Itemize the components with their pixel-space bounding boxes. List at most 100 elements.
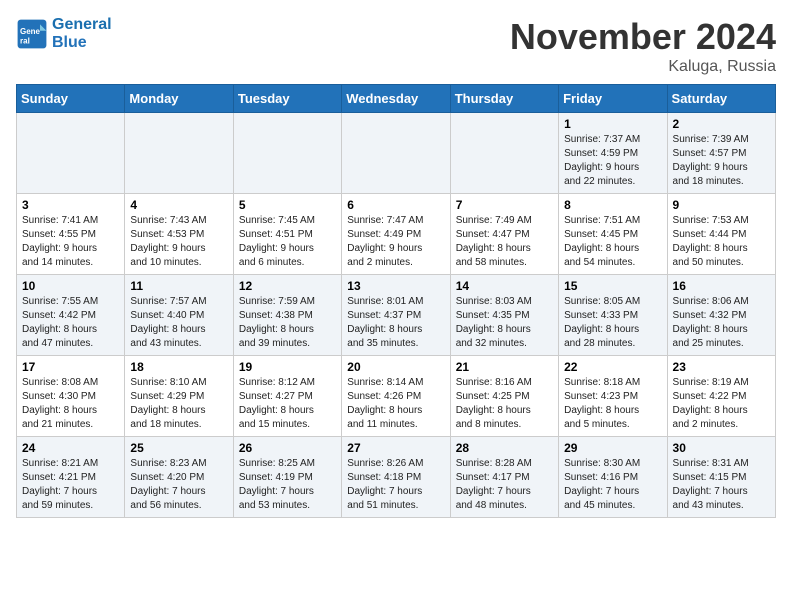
day-info: Sunrise: 8:26 AMSunset: 4:18 PMDaylight:… — [347, 457, 444, 513]
calendar-cell: 18Sunrise: 8:10 AMSunset: 4:29 PMDayligh… — [125, 356, 233, 437]
calendar-cell: 30 Sunrise: 8:31 AMSunset: 4:15 PMDayligh… — [667, 437, 775, 518]
calendar-cell: 12 Sunrise: 7:59 AMSunset: 4:38 PMDayligh… — [233, 275, 341, 356]
calendar-week-row: 10 Sunrise: 7:55 AMSunset: 4:42 PMDayligh… — [17, 275, 776, 356]
day-number: 15 — [564, 279, 661, 293]
calendar-cell: 13Sunrise: 8:01 AMSunset: 4:37 PMDayligh… — [342, 275, 450, 356]
calendar-subtitle: Kaluga, Russia — [510, 58, 776, 76]
day-number: 17 — [22, 360, 119, 374]
day-info: Sunrise: 8:18 AMSunset: 4:23 PMDaylight:… — [564, 376, 661, 432]
day-info: Sunrise: 7:39 AMSunset: 4:57 PMDaylight:… — [673, 133, 770, 189]
logo-icon: Gene ral — [16, 18, 48, 50]
calendar-cell: 24Sunrise: 8:21 AMSunset: 4:21 PMDayligh… — [17, 437, 125, 518]
day-number: 24 — [22, 441, 119, 455]
calendar-week-row: 17 Sunrise: 8:08 AMSunset: 4:30 PMDayligh… — [17, 356, 776, 437]
day-number: 14 — [456, 279, 553, 293]
calendar-cell: 17 Sunrise: 8:08 AMSunset: 4:30 PMDayligh… — [17, 356, 125, 437]
day-info: Sunrise: 8:31 AMSunset: 4:15 PMDaylight:… — [673, 457, 770, 513]
calendar-title: November 2024 — [510, 16, 776, 58]
day-info: Sunrise: 8:06 AMSunset: 4:32 PMDaylight:… — [673, 295, 770, 351]
day-info: Sunrise: 8:01 AMSunset: 4:37 PMDaylight:… — [347, 295, 444, 351]
calendar-cell: 9Sunrise: 7:53 AMSunset: 4:44 PMDaylight… — [667, 194, 775, 275]
svg-text:Gene: Gene — [20, 27, 41, 36]
day-info: Sunrise: 7:49 AMSunset: 4:47 PMDaylight:… — [456, 214, 553, 270]
day-info: Sunrise: 8:28 AMSunset: 4:17 PMDaylight:… — [456, 457, 553, 513]
day-info: Sunrise: 8:30 AMSunset: 4:16 PMDaylight:… — [564, 457, 661, 513]
day-number: 9 — [673, 198, 770, 212]
calendar-cell — [17, 113, 125, 194]
calendar-cell: 6 Sunrise: 7:47 AMSunset: 4:49 PMDaylight… — [342, 194, 450, 275]
calendar-cell: 23Sunrise: 8:19 AMSunset: 4:22 PMDayligh… — [667, 356, 775, 437]
calendar-cell: 1Sunrise: 7:37 AMSunset: 4:59 PMDaylight… — [559, 113, 667, 194]
weekday-header: Saturday — [667, 85, 775, 113]
logo: Gene ral General Blue — [16, 16, 112, 51]
calendar-week-row: 3 Sunrise: 7:41 AMSunset: 4:55 PMDaylight… — [17, 194, 776, 275]
calendar-cell: 3 Sunrise: 7:41 AMSunset: 4:55 PMDaylight… — [17, 194, 125, 275]
weekday-header: Sunday — [17, 85, 125, 113]
day-number: 16 — [673, 279, 770, 293]
calendar-cell: 7 Sunrise: 7:49 AMSunset: 4:47 PMDaylight… — [450, 194, 558, 275]
day-info: Sunrise: 8:12 AMSunset: 4:27 PMDaylight:… — [239, 376, 336, 432]
weekday-header: Wednesday — [342, 85, 450, 113]
day-number: 5 — [239, 198, 336, 212]
calendar-cell: 5 Sunrise: 7:45 AMSunset: 4:51 PMDaylight… — [233, 194, 341, 275]
day-number: 6 — [347, 198, 444, 212]
calendar-table: SundayMondayTuesdayWednesdayThursdayFrid… — [16, 84, 776, 518]
calendar-header: SundayMondayTuesdayWednesdayThursdayFrid… — [17, 85, 776, 113]
logo-line2: Blue — [52, 34, 112, 52]
day-number: 3 — [22, 198, 119, 212]
day-number: 30 — [673, 441, 770, 455]
day-info: Sunrise: 7:37 AMSunset: 4:59 PMDaylight:… — [564, 133, 661, 189]
day-info: Sunrise: 8:08 AMSunset: 4:30 PMDaylight:… — [22, 376, 119, 432]
day-number: 10 — [22, 279, 119, 293]
day-number: 27 — [347, 441, 444, 455]
calendar-cell: 21Sunrise: 8:16 AMSunset: 4:25 PMDayligh… — [450, 356, 558, 437]
calendar-cell: 2Sunrise: 7:39 AMSunset: 4:57 PMDaylight… — [667, 113, 775, 194]
calendar-body: 1Sunrise: 7:37 AMSunset: 4:59 PMDaylight… — [17, 113, 776, 518]
day-info: Sunrise: 7:41 AMSunset: 4:55 PMDaylight:… — [22, 214, 119, 270]
day-info: Sunrise: 7:47 AMSunset: 4:49 PMDaylight:… — [347, 214, 444, 270]
day-info: Sunrise: 7:51 AMSunset: 4:45 PMDaylight:… — [564, 214, 661, 270]
weekday-header: Thursday — [450, 85, 558, 113]
calendar-cell: 20Sunrise: 8:14 AMSunset: 4:26 PMDayligh… — [342, 356, 450, 437]
day-number: 22 — [564, 360, 661, 374]
weekday-header: Tuesday — [233, 85, 341, 113]
day-number: 25 — [130, 441, 227, 455]
day-info: Sunrise: 7:45 AMSunset: 4:51 PMDaylight:… — [239, 214, 336, 270]
calendar-cell: 26Sunrise: 8:25 AMSunset: 4:19 PMDayligh… — [233, 437, 341, 518]
calendar-cell — [233, 113, 341, 194]
calendar-cell: 10 Sunrise: 7:55 AMSunset: 4:42 PMDayligh… — [17, 275, 125, 356]
logo-line1: General — [52, 16, 112, 34]
calendar-cell: 19 Sunrise: 8:12 AMSunset: 4:27 PMDayligh… — [233, 356, 341, 437]
calendar-cell: 28 Sunrise: 8:28 AMSunset: 4:17 PMDayligh… — [450, 437, 558, 518]
day-info: Sunrise: 8:19 AMSunset: 4:22 PMDaylight:… — [673, 376, 770, 432]
header-row: SundayMondayTuesdayWednesdayThursdayFrid… — [17, 85, 776, 113]
calendar-cell: 29 Sunrise: 8:30 AMSunset: 4:16 PMDayligh… — [559, 437, 667, 518]
day-number: 28 — [456, 441, 553, 455]
day-number: 12 — [239, 279, 336, 293]
calendar-cell — [125, 113, 233, 194]
calendar-cell: 15Sunrise: 8:05 AMSunset: 4:33 PMDayligh… — [559, 275, 667, 356]
day-info: Sunrise: 7:43 AMSunset: 4:53 PMDaylight:… — [130, 214, 227, 270]
calendar-week-row: 24Sunrise: 8:21 AMSunset: 4:21 PMDayligh… — [17, 437, 776, 518]
calendar-cell — [450, 113, 558, 194]
day-info: Sunrise: 7:59 AMSunset: 4:38 PMDaylight:… — [239, 295, 336, 351]
day-number: 29 — [564, 441, 661, 455]
calendar-cell: 11 Sunrise: 7:57 AMSunset: 4:40 PMDayligh… — [125, 275, 233, 356]
day-info: Sunrise: 7:57 AMSunset: 4:40 PMDaylight:… — [130, 295, 227, 351]
calendar-week-row: 1Sunrise: 7:37 AMSunset: 4:59 PMDaylight… — [17, 113, 776, 194]
calendar-cell — [342, 113, 450, 194]
calendar-cell: 16 Sunrise: 8:06 AMSunset: 4:32 PMDayligh… — [667, 275, 775, 356]
svg-text:ral: ral — [20, 36, 30, 45]
day-number: 11 — [130, 279, 227, 293]
day-number: 19 — [239, 360, 336, 374]
title-block: November 2024 Kaluga, Russia — [510, 16, 776, 76]
day-info: Sunrise: 8:16 AMSunset: 4:25 PMDaylight:… — [456, 376, 553, 432]
weekday-header: Monday — [125, 85, 233, 113]
day-number: 7 — [456, 198, 553, 212]
calendar-cell: 25Sunrise: 8:23 AMSunset: 4:20 PMDayligh… — [125, 437, 233, 518]
day-info: Sunrise: 8:03 AMSunset: 4:35 PMDaylight:… — [456, 295, 553, 351]
calendar-cell: 4Sunrise: 7:43 AMSunset: 4:53 PMDaylight… — [125, 194, 233, 275]
day-info: Sunrise: 7:55 AMSunset: 4:42 PMDaylight:… — [22, 295, 119, 351]
header: Gene ral General Blue November 2024 Kalu… — [16, 16, 776, 76]
day-info: Sunrise: 8:10 AMSunset: 4:29 PMDaylight:… — [130, 376, 227, 432]
